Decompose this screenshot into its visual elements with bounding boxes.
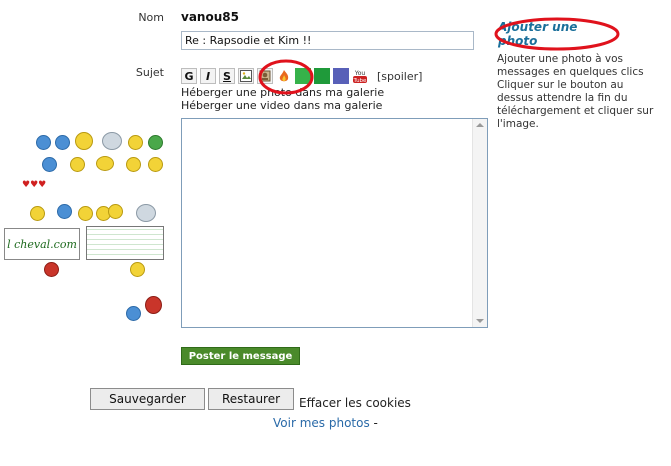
scroll-down-icon[interactable] bbox=[476, 319, 484, 323]
devil-smiley-icon[interactable] bbox=[145, 296, 162, 314]
smiley-icon[interactable] bbox=[126, 157, 141, 172]
my-photos-link[interactable]: Voir mes photos bbox=[273, 416, 370, 430]
smiley-icon[interactable] bbox=[126, 306, 141, 321]
smiley-icon[interactable] bbox=[130, 262, 145, 277]
save-button[interactable]: Sauvegarder bbox=[90, 388, 205, 410]
annotation-circle bbox=[258, 59, 314, 95]
smiley-icon[interactable] bbox=[96, 156, 114, 171]
smiley-icon[interactable] bbox=[128, 135, 143, 150]
smiley-icon[interactable] bbox=[102, 132, 122, 150]
youtube-icon[interactable]: You Tube bbox=[352, 68, 368, 84]
smiley-icon[interactable] bbox=[70, 157, 85, 172]
smiley-icon[interactable] bbox=[30, 206, 45, 221]
my-photos-row: Voir mes photos - bbox=[273, 416, 378, 430]
blue-color-button[interactable] bbox=[333, 68, 349, 84]
image-icon[interactable] bbox=[238, 68, 254, 84]
smiley-icon[interactable] bbox=[108, 204, 123, 219]
smiley-icon[interactable] bbox=[78, 206, 93, 221]
scroll-up-icon[interactable] bbox=[476, 123, 484, 127]
smiley-icon[interactable] bbox=[36, 135, 51, 150]
svg-text:You: You bbox=[354, 70, 366, 77]
bold-button[interactable]: G bbox=[181, 68, 197, 84]
angel-smiley-icon[interactable] bbox=[136, 204, 156, 222]
grid-sign bbox=[86, 226, 164, 260]
name-label: Nom bbox=[138, 11, 164, 24]
textarea-scrollbar[interactable] bbox=[472, 119, 487, 327]
smiley-icon[interactable] bbox=[148, 157, 163, 172]
clear-cookies-link[interactable]: Effacer les cookies bbox=[299, 396, 411, 410]
cheval-sign: l cheval.com bbox=[4, 228, 80, 260]
santa-smiley-icon[interactable] bbox=[44, 262, 59, 277]
hearts-icon: ♥♥♥ bbox=[22, 180, 47, 190]
dark-green-color-button[interactable] bbox=[314, 68, 330, 84]
smiley-icon[interactable] bbox=[55, 135, 70, 150]
spoiler-button[interactable]: [spoiler] bbox=[377, 70, 422, 83]
svg-text:Tube: Tube bbox=[353, 78, 368, 84]
restore-button[interactable]: Restaurer bbox=[208, 388, 294, 410]
smiley-panel: ♥♥♥ l cheval.com bbox=[0, 120, 170, 330]
link-separator: - bbox=[373, 416, 378, 430]
add-photo-annotation-circle bbox=[494, 17, 620, 51]
message-textarea[interactable] bbox=[181, 118, 488, 328]
smiley-icon[interactable] bbox=[57, 204, 72, 219]
host-video-link[interactable]: Héberger une video dans ma galerie bbox=[181, 99, 384, 112]
add-photo-help-text: Ajouter une photo à vos messages en quel… bbox=[497, 53, 654, 130]
subject-label: Sujet bbox=[135, 66, 164, 79]
subject-input[interactable]: Re : Rapsodie et Kim !! bbox=[181, 31, 474, 50]
smiley-icon[interactable] bbox=[75, 132, 93, 150]
post-message-button[interactable]: Poster le message bbox=[181, 347, 300, 365]
italic-button[interactable]: I bbox=[200, 68, 216, 84]
smiley-icon[interactable] bbox=[148, 135, 163, 150]
smiley-icon[interactable] bbox=[42, 157, 57, 172]
username: vanou85 bbox=[181, 10, 239, 24]
underline-button[interactable]: S bbox=[219, 68, 235, 84]
